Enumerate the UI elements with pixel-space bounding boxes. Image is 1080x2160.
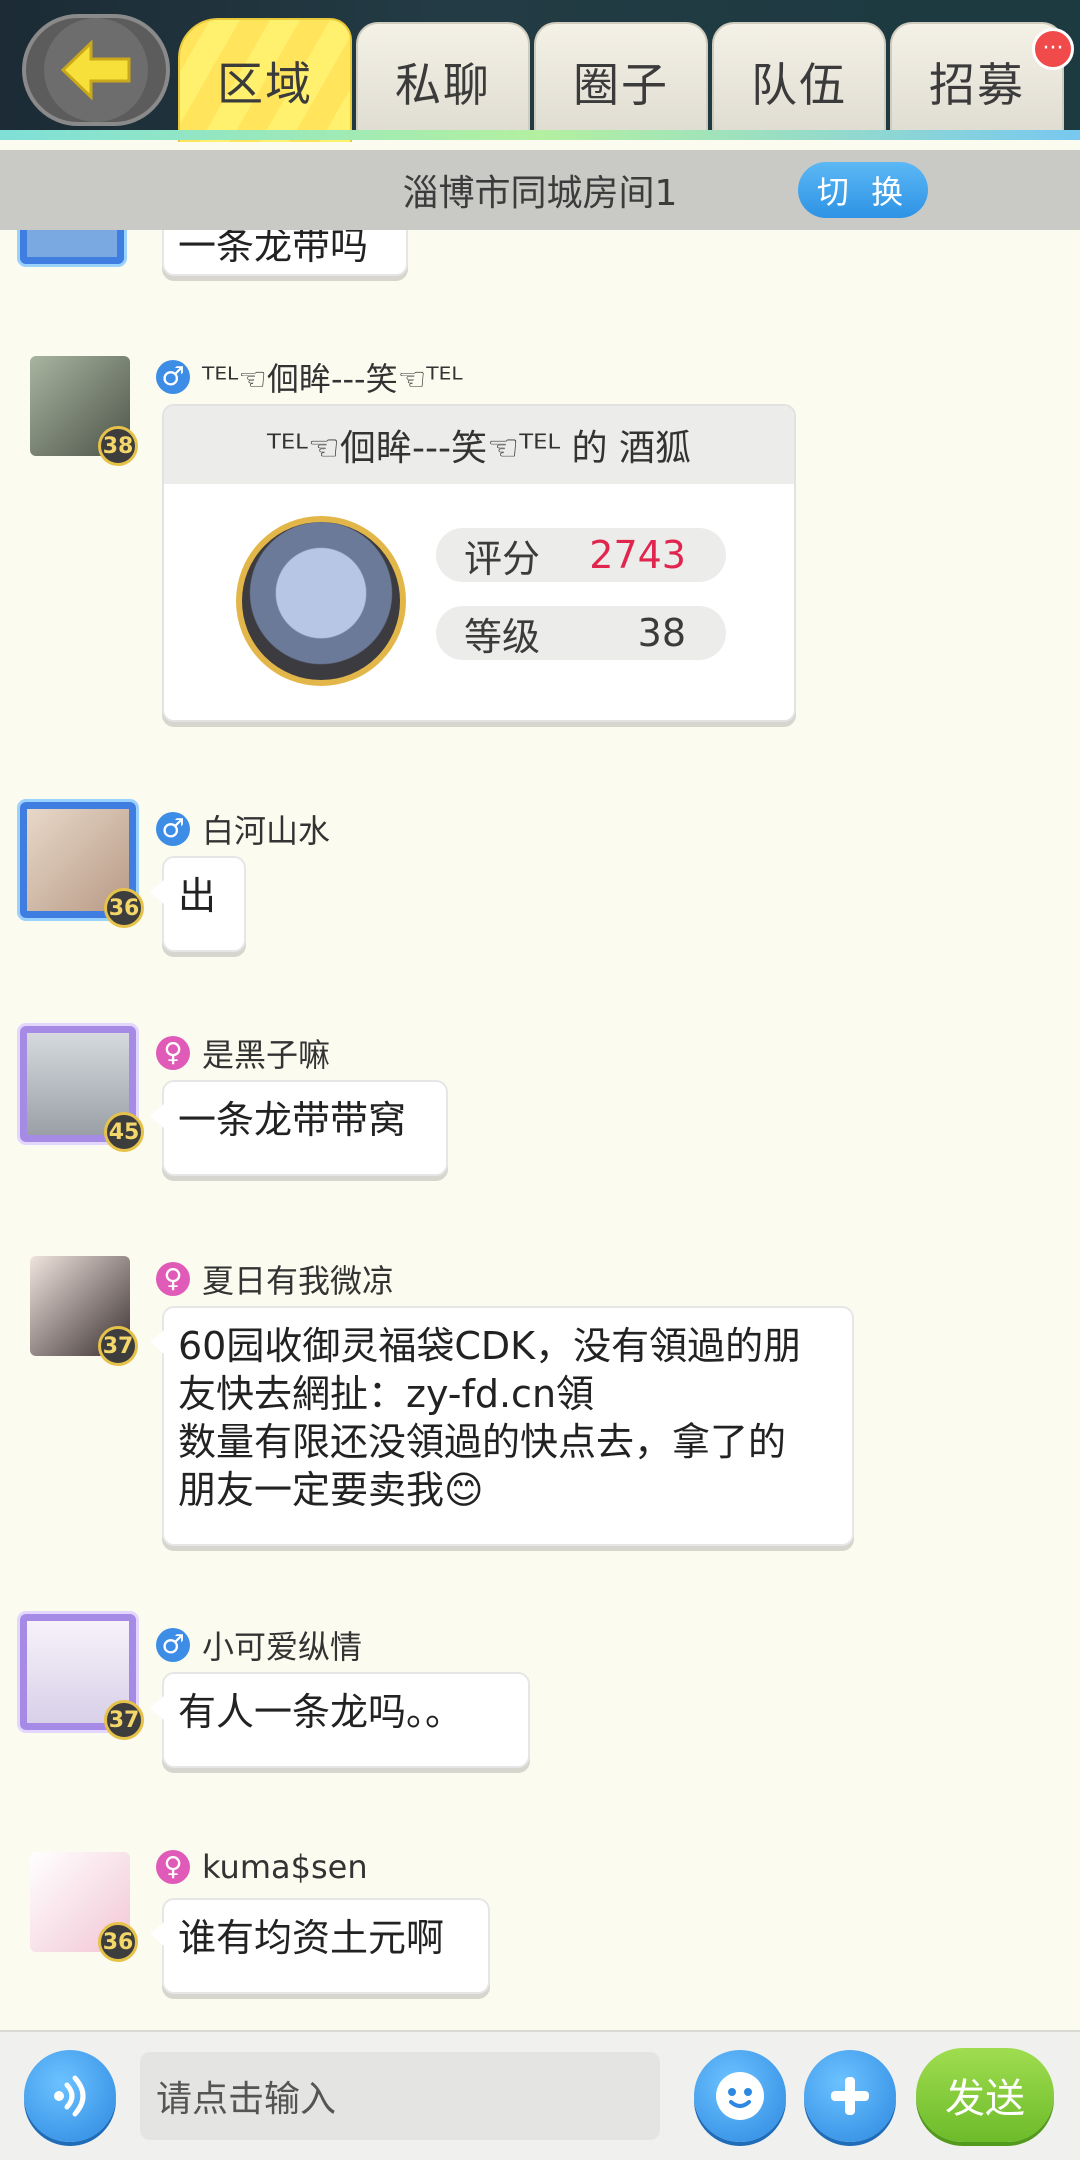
message-text: 有人一条龙吗。。 — [178, 1690, 464, 1734]
grade-value: 38 — [637, 611, 686, 655]
sender-name-row: ♀ 是黑子嘛 — [156, 1030, 330, 1076]
sender-name-row: ♂ ᵀᴱᴸ☜佪眸---笑☜ᵀᴱᴸ — [156, 354, 463, 400]
message-bubble[interactable]: 一条龙带带窝 — [150, 1080, 448, 1176]
voice-icon — [54, 2075, 86, 2117]
send-button[interactable]: 发送 — [916, 2048, 1054, 2142]
grade-label: 等级 — [464, 614, 541, 659]
card-title: ᵀᴱᴸ☜佪眸---笑☜ᵀᴱᴸ 的 酒狐 — [164, 406, 794, 484]
sender-name: 白河山水 — [202, 812, 331, 850]
female-icon: ♀ — [156, 1036, 190, 1070]
level-badge: 36 — [98, 1922, 138, 1962]
voice-button[interactable] — [24, 2050, 116, 2142]
male-icon: ♂ — [156, 1628, 190, 1662]
sender-name-row: ♂ 小可爱纵情 — [156, 1622, 362, 1668]
avatar[interactable]: 37 — [30, 1256, 138, 1366]
message-text-line: 友快去網扯：zy-fd.cn領 — [178, 1372, 595, 1416]
message-text-line: 朋友一定要卖我😊 — [178, 1468, 484, 1512]
message-bubble[interactable]: 一条龙带吗 — [162, 230, 408, 276]
sender-name: kuma$sen — [202, 1848, 368, 1886]
message-bubble[interactable]: 有人一条龙吗。。 — [150, 1672, 530, 1768]
tab-team[interactable]: 队伍 — [712, 22, 886, 140]
level-badge: 37 — [104, 1700, 144, 1740]
sender-name-row: ♀ 夏日有我微凉 — [156, 1256, 394, 1302]
message-text: 出 — [178, 874, 217, 918]
score-label: 评分 — [464, 536, 541, 581]
tab-circle[interactable]: 圈子 — [534, 22, 708, 140]
level-badge: 36 — [104, 888, 144, 928]
avatar[interactable]: 36 — [30, 1852, 138, 1962]
message-text-line: 数量有限还没領過的快点去，拿了的 — [178, 1420, 787, 1464]
message-text-line: 60园收御灵福袋CDK，没有領過的朋 — [178, 1324, 802, 1368]
male-icon: ♂ — [156, 360, 190, 394]
sender-name: ᵀᴱᴸ☜佪眸---笑☜ᵀᴱᴸ — [202, 360, 463, 398]
level-badge: 37 — [98, 1326, 138, 1366]
message-text: 谁有均资土元啊 — [178, 1916, 445, 1960]
pet-card[interactable]: ᵀᴱᴸ☜佪眸---笑☜ᵀᴱᴸ 的 酒狐 评分 2743 等级 38 — [162, 404, 796, 722]
message-bubble[interactable]: 谁有均资土元啊 — [150, 1898, 490, 1994]
room-title: 淄博市同城房间1 — [402, 173, 678, 214]
emoji-button[interactable] — [694, 2050, 786, 2142]
avatar[interactable]: 36 — [20, 802, 144, 928]
sender-name: 夏日有我微凉 — [202, 1262, 395, 1300]
tab-private-chat[interactable]: 私聊 — [356, 22, 530, 140]
message-bubble[interactable]: 出 — [150, 856, 246, 952]
sender-name: 是黑子嘛 — [202, 1036, 331, 1074]
pet-avatar — [236, 516, 406, 686]
sender-name-row: ♂ 白河山水 — [156, 806, 330, 852]
message-input[interactable]: 请点击输入 — [140, 2052, 660, 2140]
back-arrow-icon — [44, 18, 148, 122]
message-bubble[interactable]: 60园收御灵福袋CDK，没有領過的朋 友快去網扯：zy-fd.cn領 数量有限还… — [150, 1306, 854, 1546]
add-button[interactable] — [804, 2050, 896, 2142]
tab-region[interactable]: 区域 — [178, 18, 352, 142]
notification-badge: ··· — [1032, 28, 1074, 70]
message-text: 一条龙带吗 — [178, 230, 369, 268]
avatar[interactable] — [20, 230, 124, 264]
back-button[interactable] — [22, 14, 170, 126]
chat-area[interactable]: 一条龙带吗 38 ♂ ᵀᴱᴸ☜佪眸---笑☜ᵀᴱᴸ ᵀᴱᴸ☜佪眸---笑☜ᵀᴱᴸ… — [0, 230, 1080, 2030]
score-value: 2743 — [589, 533, 686, 577]
avatar[interactable]: 45 — [20, 1026, 144, 1152]
top-bar: 区域 私聊 圈子 队伍 招募 ··· — [0, 0, 1080, 142]
score-stat: 评分 2743 — [436, 528, 726, 582]
female-icon: ♀ — [156, 1850, 190, 1884]
female-icon: ♀ — [156, 1262, 190, 1296]
tab-bar: 区域 私聊 圈子 队伍 招募 — [178, 18, 1064, 142]
level-badge: 38 — [98, 426, 138, 466]
grade-stat: 等级 38 — [436, 606, 726, 660]
plus-icon — [831, 2077, 869, 2115]
sender-name-row: ♀ kuma$sen — [156, 1848, 368, 1886]
message-text: 一条龙带带窝 — [178, 1098, 407, 1142]
avatar[interactable]: 37 — [20, 1614, 144, 1740]
room-bar: 淄博市同城房间1 切 换 — [0, 150, 1080, 230]
avatar[interactable]: 38 — [30, 356, 138, 466]
switch-room-button[interactable]: 切 换 — [798, 162, 928, 218]
male-icon: ♂ — [156, 812, 190, 846]
emoji-icon — [716, 2072, 764, 2120]
sender-name: 小可爱纵情 — [202, 1628, 363, 1666]
input-bar: 请点击输入 发送 — [0, 2030, 1080, 2160]
level-badge: 45 — [104, 1112, 144, 1152]
